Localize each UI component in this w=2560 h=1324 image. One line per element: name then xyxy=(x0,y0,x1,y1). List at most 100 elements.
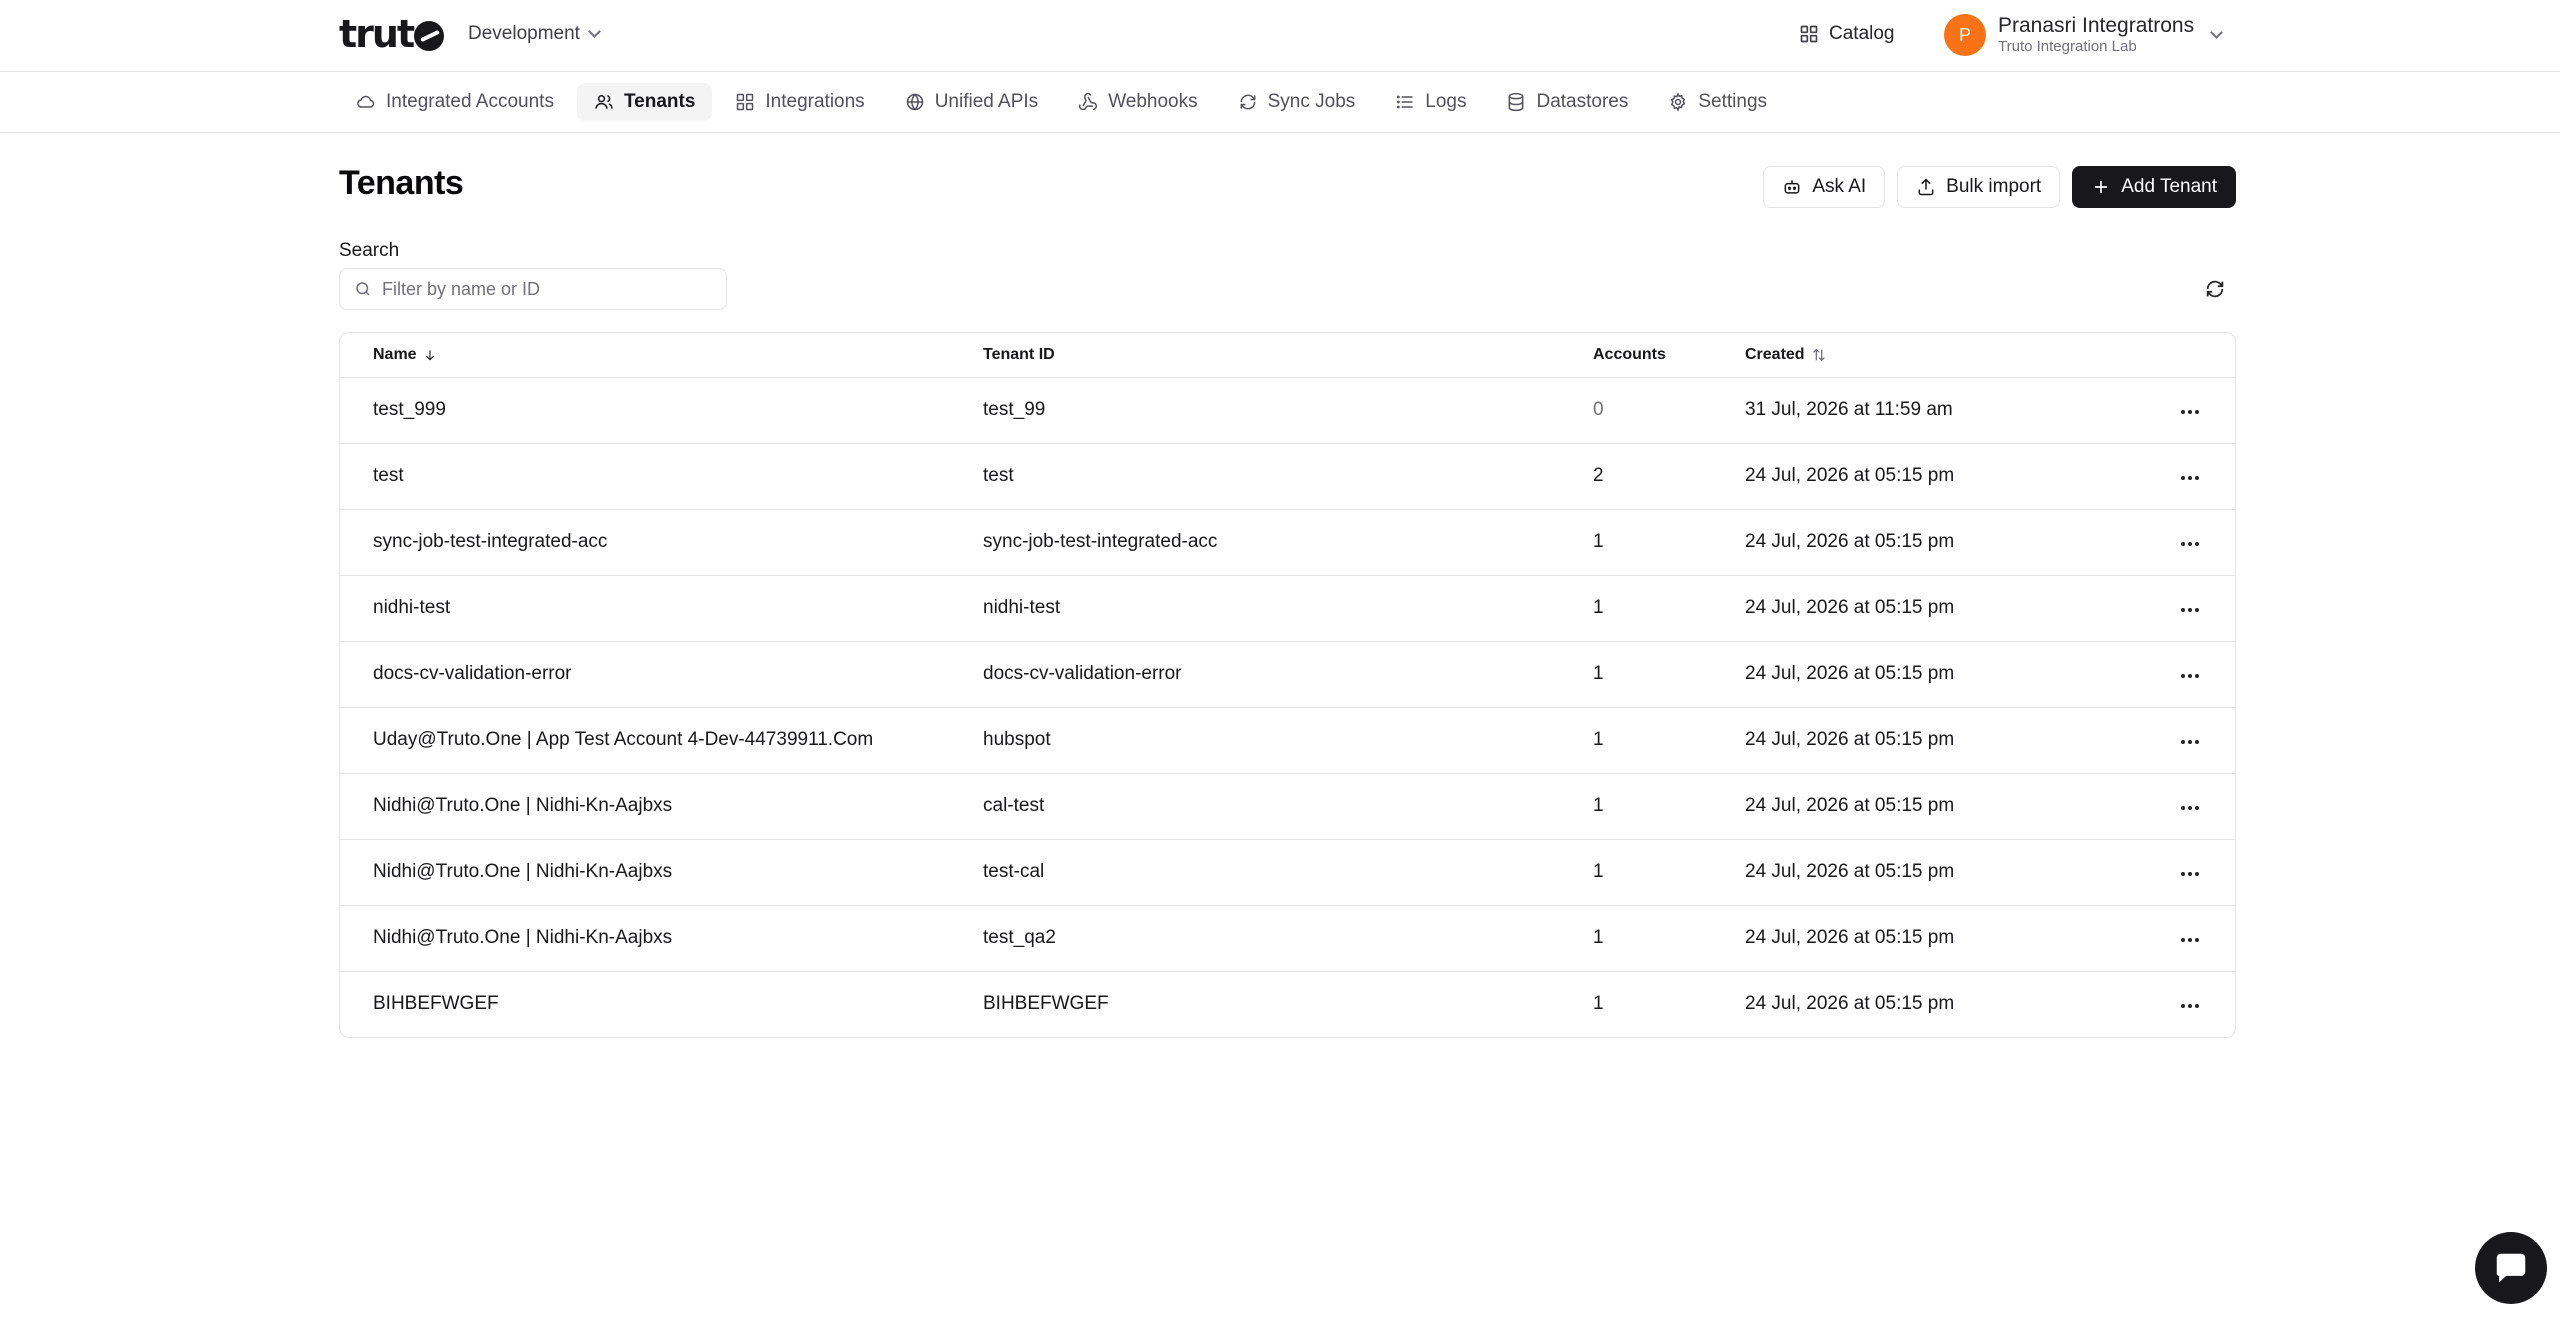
bot-icon xyxy=(1784,180,1800,194)
ask-ai-label: Ask AI xyxy=(1812,176,1867,197)
cell-tenant-id: test_99 xyxy=(983,377,1593,444)
table-row[interactable]: Nidhi@Truto.One | Nidhi-Kn-Aajbxs test_q… xyxy=(340,905,2235,972)
page-title: Tenants xyxy=(339,164,464,202)
tab-label: Settings xyxy=(1698,91,1768,112)
cell-accounts: 1 xyxy=(1593,839,1745,906)
arrow-down-icon xyxy=(425,350,434,361)
more-options-icon[interactable] xyxy=(2173,996,2207,1016)
more-options-icon[interactable] xyxy=(2173,864,2207,884)
tab-label: Sync Jobs xyxy=(1267,91,1356,112)
cell-name: Nidhi@Truto.One | Nidhi-Kn-Aajbxs xyxy=(340,773,983,840)
tenants-table: Name Tenant ID Accounts Created test_999 xyxy=(339,332,2236,1038)
cell-created: 24 Jul, 2026 at 05:15 pm xyxy=(1745,773,2145,840)
tab-label: Integrated Accounts xyxy=(386,91,554,112)
cloud-icon xyxy=(357,95,375,108)
column-header-name[interactable]: Name xyxy=(340,333,983,378)
cell-created: 24 Jul, 2026 at 05:15 pm xyxy=(1745,707,2145,774)
upload-icon xyxy=(1918,178,1934,196)
sort-icon xyxy=(1812,348,1825,362)
tab-integrated-accounts[interactable]: Integrated Accounts xyxy=(339,83,571,121)
bulk-import-label: Bulk import xyxy=(1946,176,2042,197)
chevron-down-icon xyxy=(588,25,601,38)
cell-name: Nidhi@Truto.One | Nidhi-Kn-Aajbxs xyxy=(340,839,983,906)
more-options-icon[interactable] xyxy=(2173,930,2207,950)
gear-icon xyxy=(1671,92,1686,112)
column-header-label: Tenant ID xyxy=(983,345,1055,363)
environment-selector[interactable]: Development xyxy=(468,20,601,48)
search-icon xyxy=(356,282,370,296)
logo-mark-icon xyxy=(414,21,445,51)
tab-label: Unified APIs xyxy=(934,91,1039,112)
webhook-icon xyxy=(1079,92,1098,111)
cell-created: 24 Jul, 2026 at 05:15 pm xyxy=(1745,575,2145,642)
table-header-row: Name Tenant ID Accounts Created xyxy=(340,333,2235,378)
search-box[interactable] xyxy=(339,268,727,310)
tab-integrations[interactable]: Integrations xyxy=(718,83,881,121)
nav-tabs: Integrated Accounts Tenants Integrations… xyxy=(339,83,1784,121)
tab-label: Tenants xyxy=(623,91,696,112)
cell-name: Uday@Truto.One | App Test Account 4-Dev-… xyxy=(340,707,983,774)
sync-icon xyxy=(1240,94,1256,110)
tab-label: Datastores xyxy=(1536,91,1629,112)
cell-tenant-id: docs-cv-validation-error xyxy=(983,641,1593,708)
cell-tenant-id: test xyxy=(983,443,1593,510)
table-row[interactable]: Uday@Truto.One | App Test Account 4-Dev-… xyxy=(340,707,2235,774)
tab-unified-apis[interactable]: Unified APIs xyxy=(888,83,1056,121)
refresh-button[interactable] xyxy=(2200,274,2230,304)
tab-datastores[interactable]: Datastores xyxy=(1489,83,1645,121)
cell-name: sync-job-test-integrated-acc xyxy=(340,509,983,576)
table-row[interactable]: sync-job-test-integrated-acc sync-job-te… xyxy=(340,509,2235,576)
cell-created: 24 Jul, 2026 at 05:15 pm xyxy=(1745,509,2145,576)
more-options-icon[interactable] xyxy=(2173,666,2207,686)
environment-label: Development xyxy=(468,23,580,44)
users-icon xyxy=(595,95,613,109)
add-tenant-button[interactable]: Add Tenant xyxy=(2072,166,2236,208)
plus-icon xyxy=(2095,181,2108,193)
column-header-created[interactable]: Created xyxy=(1745,333,2145,378)
cell-tenant-id: hubspot xyxy=(983,707,1593,774)
more-options-icon[interactable] xyxy=(2173,468,2207,488)
bulk-import-button[interactable]: Bulk import xyxy=(1897,166,2061,208)
more-options-icon[interactable] xyxy=(2173,732,2207,752)
ask-ai-button[interactable]: Ask AI xyxy=(1763,166,1886,208)
chevron-down-icon xyxy=(2210,26,2223,39)
cell-accounts: 1 xyxy=(1593,773,1745,840)
more-options-icon[interactable] xyxy=(2173,402,2207,422)
column-header-label: Name xyxy=(373,345,417,363)
user-info: Pranasri Integratrons Truto Integration … xyxy=(1998,14,2194,55)
cell-tenant-id: test_qa2 xyxy=(983,905,1593,972)
logo-text: trut xyxy=(339,12,415,56)
search-input[interactable] xyxy=(382,278,702,300)
cell-accounts: 1 xyxy=(1593,509,1745,576)
column-header-tenant-id: Tenant ID xyxy=(983,333,1593,378)
user-menu[interactable]: P Pranasri Integratrons Truto Integratio… xyxy=(1944,10,2223,60)
user-org: Truto Integration Lab xyxy=(1998,38,2137,56)
tab-tenants[interactable]: Tenants xyxy=(576,83,713,121)
truto-logo[interactable]: trut xyxy=(339,12,445,56)
cell-created: 31 Jul, 2026 at 11:59 am xyxy=(1745,377,2145,444)
more-options-icon[interactable] xyxy=(2173,600,2207,620)
catalog-button[interactable]: Catalog xyxy=(1799,18,1895,50)
cell-accounts: 0 xyxy=(1593,377,1745,444)
table-row[interactable]: nidhi-test nidhi-test 1 24 Jul, 2026 at … xyxy=(340,575,2235,642)
tab-sync-jobs[interactable]: Sync Jobs xyxy=(1221,83,1373,121)
chat-widget-button[interactable] xyxy=(2475,1232,2547,1304)
page-actions: Ask AI Bulk import Add Tenant xyxy=(1763,166,2236,208)
tab-webhooks[interactable]: Webhooks xyxy=(1061,83,1214,121)
cell-created: 24 Jul, 2026 at 05:15 pm xyxy=(1745,641,2145,708)
tab-settings[interactable]: Settings xyxy=(1651,83,1784,121)
table-row[interactable]: test test 2 24 Jul, 2026 at 05:15 pm xyxy=(340,443,2235,510)
add-tenant-label: Add Tenant xyxy=(2121,176,2217,197)
table-row[interactable]: test_999 test_99 0 31 Jul, 2026 at 11:59… xyxy=(340,377,2235,444)
table-row[interactable]: Nidhi@Truto.One | Nidhi-Kn-Aajbxs test-c… xyxy=(340,839,2235,906)
table-row[interactable]: BIHBEFWGEF BIHBEFWGEF 1 24 Jul, 2026 at … xyxy=(340,971,2235,1037)
globe-icon xyxy=(906,93,923,111)
more-options-icon[interactable] xyxy=(2173,534,2207,554)
cell-tenant-id: test-cal xyxy=(983,839,1593,906)
cell-accounts: 1 xyxy=(1593,575,1745,642)
table-row[interactable]: docs-cv-validation-error docs-cv-validat… xyxy=(340,641,2235,708)
table-row[interactable]: Nidhi@Truto.One | Nidhi-Kn-Aajbxs cal-te… xyxy=(340,773,2235,840)
more-options-icon[interactable] xyxy=(2173,798,2207,818)
cell-accounts: 1 xyxy=(1593,641,1745,708)
tab-logs[interactable]: Logs xyxy=(1378,83,1483,121)
